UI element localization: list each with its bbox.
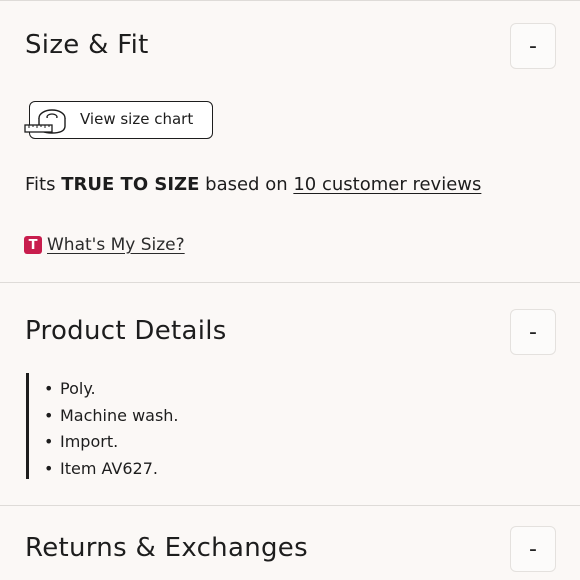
fit-summary: Fits TRUE TO SIZE based on 10 customer r… — [25, 174, 481, 195]
measuring-tape-icon — [24, 107, 68, 139]
list-item: Import. — [44, 429, 179, 456]
fits-prefix: Fits — [25, 174, 56, 195]
size-fit-title: Size & Fit — [25, 30, 149, 60]
section-divider — [0, 282, 580, 283]
whats-my-size-row[interactable]: T What's My Size? — [24, 235, 185, 255]
view-size-chart-label: View size chart — [80, 110, 194, 128]
fit-value: TRUE TO SIZE — [61, 174, 200, 195]
whats-my-size-link[interactable]: What's My Size? — [47, 235, 185, 255]
returns-exchanges-title: Returns & Exchanges — [25, 533, 308, 563]
returns-collapse-button[interactable]: - — [510, 526, 556, 572]
size-fit-collapse-button[interactable]: - — [510, 23, 556, 69]
list-item: Item AV627. — [44, 456, 179, 483]
details-accent-bar — [26, 373, 29, 479]
product-details-collapse-button[interactable]: - — [510, 309, 556, 355]
fits-middle: based on — [205, 174, 288, 195]
view-size-chart-button[interactable]: View size chart — [24, 101, 213, 139]
list-item: Poly. — [44, 376, 179, 403]
product-details-list: Poly. Machine wash. Import. Item AV627. — [44, 376, 179, 482]
section-divider — [0, 505, 580, 506]
product-details-title: Product Details — [25, 316, 227, 346]
top-divider — [0, 0, 580, 1]
true-fit-logo-icon: T — [24, 236, 42, 254]
accordion-page: Size & Fit - View size chart Fits TRUE T… — [0, 0, 580, 580]
list-item: Machine wash. — [44, 403, 179, 430]
customer-reviews-link[interactable]: 10 customer reviews — [293, 174, 481, 195]
